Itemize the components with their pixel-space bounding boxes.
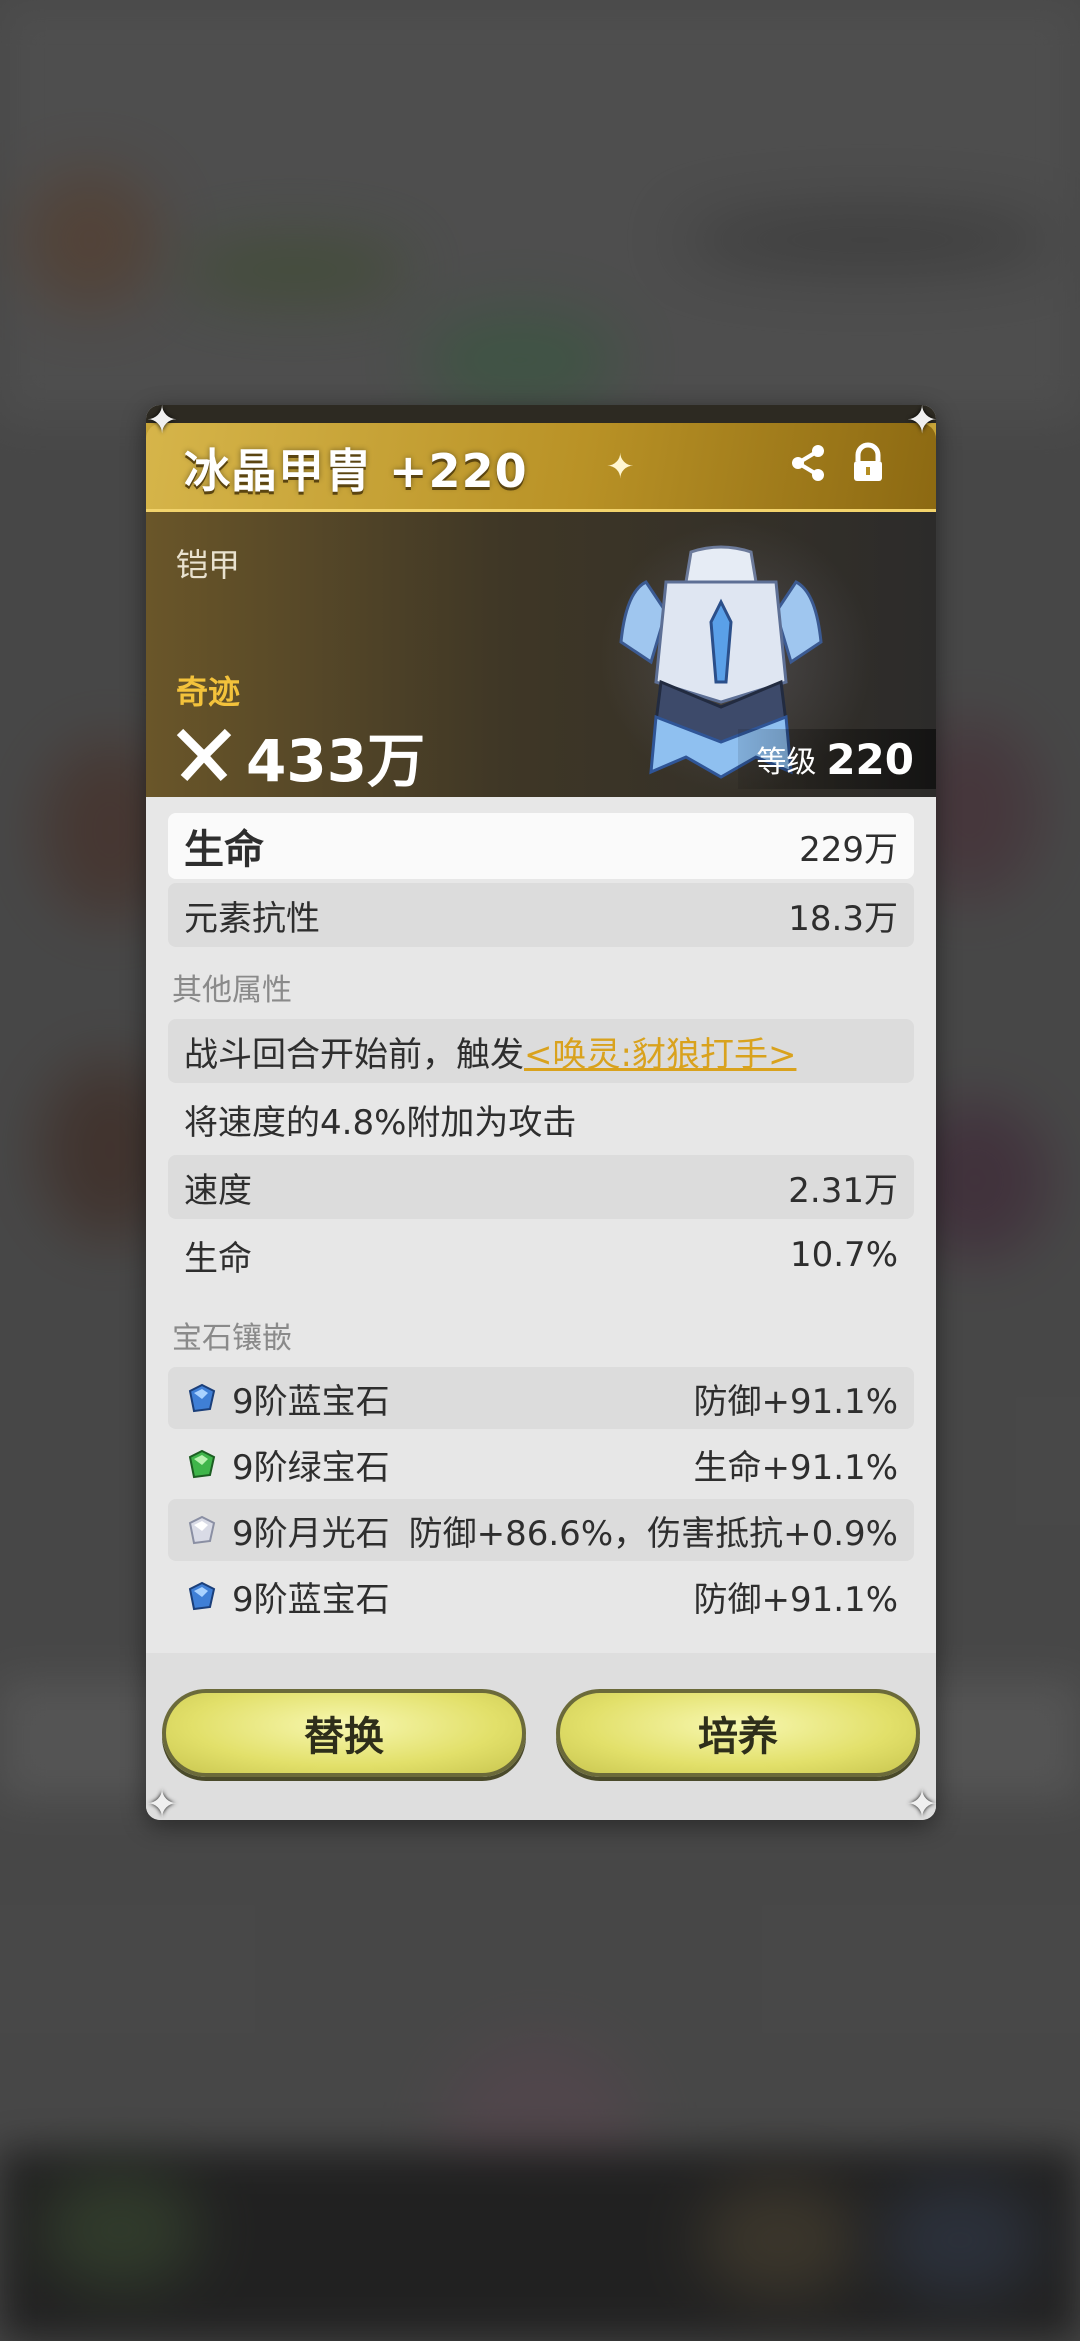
stat-label: 生命: [184, 827, 264, 873]
stat-value: 18.3万: [788, 898, 898, 939]
blue-gem-icon: [188, 1581, 216, 1611]
lock-icon[interactable]: [846, 441, 890, 485]
crossed-swords-icon: [176, 728, 232, 782]
upgrade-button[interactable]: 培养: [556, 1689, 920, 1777]
corner-ornament-icon: ✦: [146, 398, 178, 442]
gem-name: 9阶蓝宝石: [232, 1579, 390, 1620]
gem-row: 9阶月光石 防御+86.6%，伤害抵抗+0.9%: [168, 1499, 914, 1561]
level-label: 等级: [756, 745, 817, 780]
trigger-text: 战斗回合开始前，触发: [184, 1034, 524, 1075]
gem-name: 9阶蓝宝石: [232, 1381, 390, 1422]
item-banner: 铠甲 奇迹 433万 等级 220: [146, 512, 936, 797]
stat-value: 229万: [799, 829, 898, 870]
attributes-panel: 生命 229万 元素抗性 18.3万 其他属性 战斗回合开始前，触发 <唤灵:豺狼…: [168, 813, 914, 1631]
combat-power: 433万: [246, 727, 426, 795]
main-stat-row: 元素抗性 18.3万: [168, 883, 914, 947]
corner-ornament-icon: ✦: [146, 1782, 178, 1826]
gem-row: 9阶蓝宝石 防御+91.1%: [168, 1367, 914, 1429]
level-value: 220: [826, 734, 914, 784]
action-footer: 替换 培养: [146, 1653, 936, 1820]
trigger-row: 战斗回合开始前，触发 <唤灵:豺狼打手>: [168, 1019, 914, 1083]
gem-effect: 防御+91.1%: [693, 1381, 899, 1422]
sparkle-icon: ✦: [606, 447, 635, 487]
moonstone-icon: [188, 1515, 216, 1545]
level-badge: 等级 220: [738, 729, 936, 789]
other-attributes-title: 其他属性: [172, 973, 292, 1008]
summon-link[interactable]: <唤灵:豺狼打手>: [524, 1027, 796, 1076]
gem-effect: 防御+91.1%: [693, 1579, 899, 1620]
stat-label: 生命: [184, 1238, 252, 1279]
gem-inlay-title: 宝石镶嵌: [172, 1321, 292, 1356]
gem-name: 9阶月光石: [232, 1513, 390, 1554]
item-rarity: 奇迹: [176, 673, 241, 711]
gem-effect: 生命+91.1%: [693, 1447, 899, 1488]
blue-gem-icon: [188, 1383, 216, 1413]
gem-name: 9阶绿宝石: [232, 1447, 390, 1488]
stat-label: 速度: [184, 1170, 252, 1211]
gem-row: 9阶绿宝石 生命+91.1%: [168, 1433, 914, 1495]
replace-button[interactable]: 替换: [162, 1689, 526, 1777]
other-stat-row: 速度 2.31万: [168, 1155, 914, 1219]
stat-value: 10.7%: [789, 1235, 898, 1275]
equipment-detail-card: 冰晶甲胄 +220 ✦ 铠甲 奇迹 433万 等级 220 生命 229万 元素…: [146, 405, 936, 1820]
card-header: 冰晶甲胄 +220 ✦: [146, 405, 936, 512]
gem-effect: 防御+86.6%，伤害抵抗+0.9%: [408, 1513, 898, 1554]
stat-value: 2.31万: [788, 1170, 898, 1211]
corner-ornament-icon: ✦: [906, 1782, 938, 1826]
other-stat-row: 生命 10.7%: [168, 1223, 914, 1287]
gem-row: 9阶蓝宝石 防御+91.1%: [168, 1565, 914, 1627]
power-display: 433万: [174, 714, 425, 798]
green-gem-icon: [188, 1449, 216, 1479]
item-title: 冰晶甲胄 +220: [184, 444, 528, 498]
corner-ornament-icon: ✦: [906, 398, 938, 442]
share-icon[interactable]: [786, 441, 830, 485]
stat-label: 元素抗性: [184, 898, 320, 939]
main-stat-row: 生命 229万: [168, 813, 914, 879]
effect-text: 将速度的4.8%附加为攻击: [184, 1102, 577, 1143]
item-type: 铠甲: [176, 546, 241, 584]
effect-row: 将速度的4.8%附加为攻击: [168, 1087, 914, 1151]
